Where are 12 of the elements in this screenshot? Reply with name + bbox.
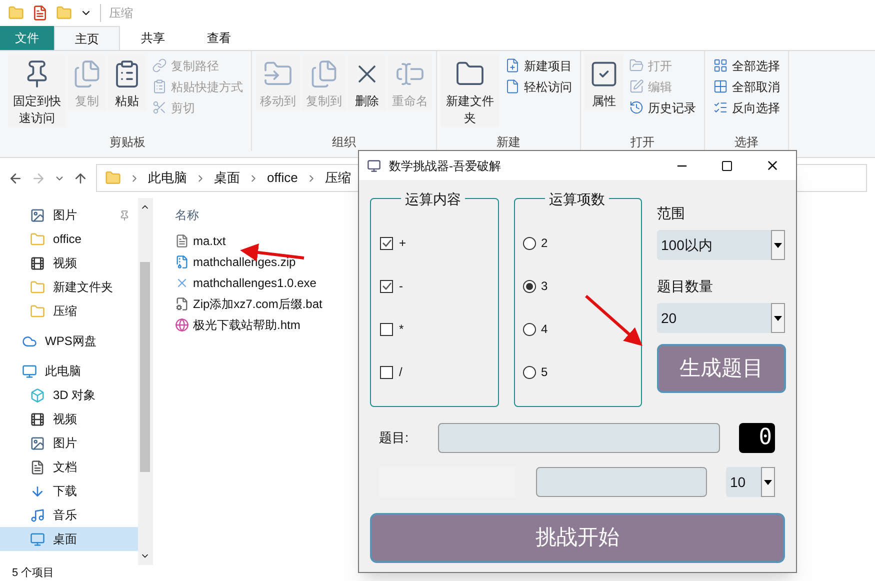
count-label: 题目数量: [657, 277, 714, 296]
question-label: 题目:: [379, 429, 410, 448]
group-label: 新建: [496, 134, 522, 151]
status-text: 5 个项目: [12, 567, 54, 579]
window-title: 压缩: [100, 4, 133, 22]
group-label: 组织: [331, 134, 357, 151]
range-label: 范围: [657, 204, 686, 223]
dialog-title: 数学挑战器-吾爱破解: [389, 158, 502, 174]
group-label: 打开: [630, 134, 656, 151]
group-label: 剪贴板: [108, 134, 146, 151]
counter-display: 0: [739, 423, 775, 453]
group-label: 选择: [734, 134, 760, 151]
